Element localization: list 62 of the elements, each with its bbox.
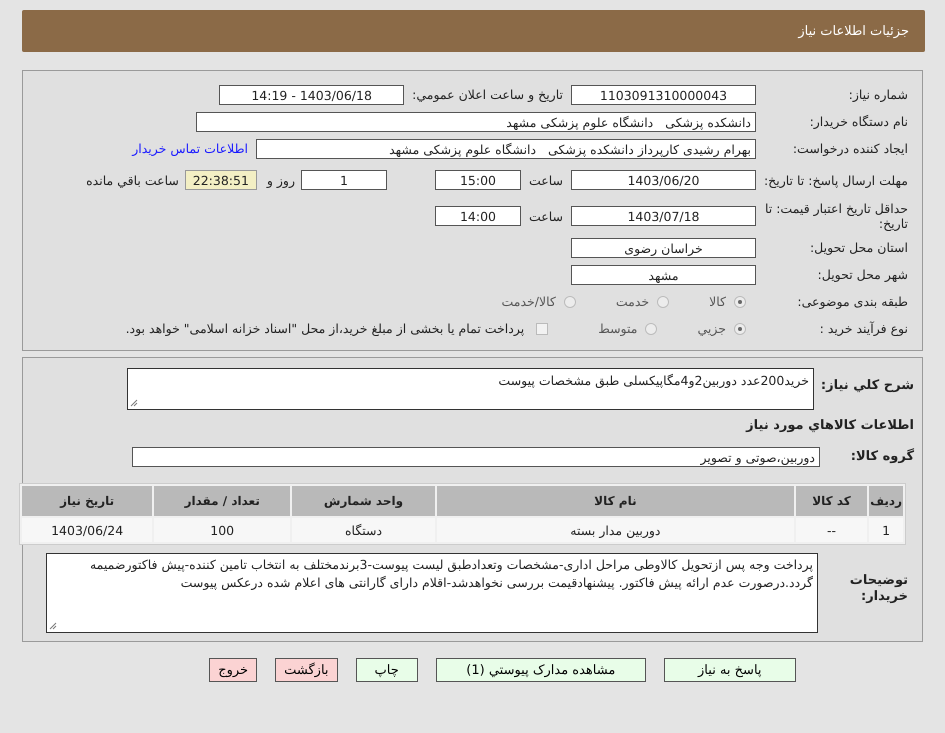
radio-label: کالا [709,294,726,309]
field-label: ساعت [528,172,563,188]
field-label: نوع فرآیند خرید : [818,321,909,336]
table-cell: 1 [869,518,903,542]
text-field[interactable]: دوربین،صوتی و تصویر [132,447,820,467]
field-label: طبقه بندی موضوعی: [796,294,909,309]
notes-field[interactable] [46,553,818,633]
field-label: گروه کالا: [850,447,915,464]
field-label: شرح کلي نیاز: [820,377,915,393]
field-label: روز و [266,172,295,188]
text-field[interactable]: 1403/07/18 [571,206,756,226]
contact-link[interactable]: اطلاعات تماس خریدار [132,141,248,156]
text-field[interactable]: 14:00 [434,206,521,226]
field-label: ساعت [528,208,563,224]
field-label: توضیحات خریدار: [848,572,909,604]
countdown-field: 22:38:51 [184,170,257,190]
radio-label: متوسط [598,321,638,336]
text-field[interactable]: مشهد [571,264,756,284]
text-field[interactable]: 15:00 [434,170,521,190]
action-button[interactable]: پاسخ به نیاز [664,658,796,682]
field-label: تاریخ و ساعت اعلان عمومي: [412,87,563,102]
column-header: واحد شمارش [292,486,435,516]
resize-grip-icon[interactable] [49,622,57,630]
radio-label: خدمت [616,294,650,309]
field-label: ساعت باقي مانده [86,172,179,188]
notes-text: پرداخت وجه پس ازتحویل کالاوطی مراحل اداری-مشخصات وتعدادطبق لیست پیوست-3برندمختلف به انتخاب تامین کننده-پیش فاکتورضمیمه گردد.درصورت عدم ارائه پیش فاکتور. پیشنهادقیمت بررسی نخواهدشد-اقلام دارای گارانتی های اعلام شده درعکس پیوست [90,557,813,590]
text-field[interactable]: بهرام رشیدی کارپرداز دانشکده پزشکی دانشگاه علوم پزشکی مشهد [256,138,756,158]
description-field[interactable]: خرید200عدد دوربین2و4مگاپیکسلی طبق مشخصات پیوست [127,368,814,410]
field-label: پرداخت تمام یا بخشی از مبلغ خرید،از محل "اسناد خزانه اسلامی" خواهد بود. [126,321,524,336]
table-cell: -- [796,518,868,542]
resize-grip-icon[interactable] [130,399,138,407]
action-button[interactable]: خروج [209,658,258,682]
field-label: استان محل تحویل: [808,240,909,255]
action-button[interactable]: مشاهده مدارک پیوستي (1) [436,658,646,682]
page-title: جزئیات اطلاعات نیاز [798,24,909,38]
radio-label: کالا/خدمت [501,294,556,309]
action-button[interactable]: بازگشت [275,658,338,682]
text-field[interactable]: خراسان رضوی [571,238,756,258]
field-label: ایجاد کننده درخواست: [792,141,909,156]
table-cell: 1403/06/24 [22,518,152,542]
field-label: مهلت ارسال پاسخ: تا تاریخ: [762,172,909,188]
column-header: تاریخ نیاز [22,486,152,516]
field-label: نام دستگاه خریدار: [808,114,909,129]
field-label: حداقل تاریخ اعتبار قیمت: تا تاریخ: [764,201,909,231]
action-button[interactable]: چاپ [356,658,418,682]
section-heading: اطلاعات کالاهاي مورد نیاز [744,418,914,433]
text-field[interactable]: 1103091310000043 [571,84,756,104]
column-header: کد کالا [796,486,868,516]
table-cell: دستگاه [292,518,435,542]
column-header: تعداد / مقدار [154,486,290,516]
field-label: شهر محل تحویل: [816,267,909,282]
radio-label: جزيي [697,321,726,336]
description-text: خرید200عدد دوربین2و4مگاپیکسلی طبق مشخصات پیوست [498,373,809,388]
text-field[interactable]: 1 [300,170,387,190]
text-field[interactable]: 1403/06/18 - 14:19 [219,84,404,104]
table-cell: 100 [154,518,290,542]
field-label: شماره نیاز: [848,87,909,102]
text-field[interactable]: دانشکده پزشکی دانشگاه علوم پزشکی مشهد [196,112,756,132]
column-header: نام کالا [436,486,794,516]
text-field[interactable]: 1403/06/20 [571,170,756,190]
column-header: ردیف [869,486,903,516]
table-cell: دوربین مدار بسته [436,518,794,542]
